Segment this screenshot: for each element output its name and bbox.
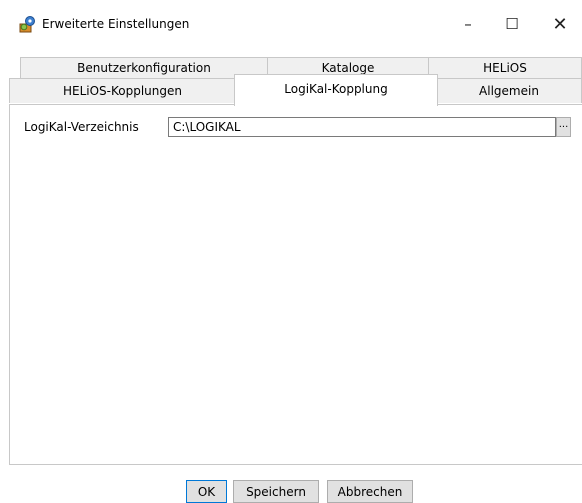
ok-button[interactable]: OK — [186, 480, 227, 503]
browse-button[interactable]: ... — [556, 117, 571, 137]
tab-helios[interactable]: HELiOS — [428, 57, 582, 78]
tab-label: Kataloge — [321, 61, 375, 75]
tab-logikal-kopplung[interactable]: LogiKal-Kopplung — [234, 74, 438, 106]
tab-benutzerkonfiguration[interactable]: Benutzerkonfiguration — [20, 57, 268, 78]
close-icon: ✕ — [552, 13, 568, 35]
tab-label: Benutzerkonfiguration — [77, 61, 211, 75]
minimize-icon: – — [464, 15, 472, 33]
close-button[interactable]: ✕ — [538, 8, 582, 40]
logikal-directory-input[interactable]: C:\LOGIKAL — [168, 117, 556, 137]
cancel-label: Abbrechen — [337, 484, 403, 499]
tab-label: HELiOS-Kopplungen — [62, 84, 182, 98]
tab-helios-kopplungen[interactable]: HELiOS-Kopplungen — [9, 78, 236, 103]
tab-label: Allgemein — [479, 84, 539, 98]
maximize-icon: ☐ — [505, 15, 519, 33]
tab-panel: LogiKal-Verzeichnis C:\LOGIKAL ... — [9, 104, 582, 465]
tab-label: HELiOS — [483, 61, 527, 75]
title-bar: Erweiterte Einstellungen – ☐ ✕ — [0, 0, 582, 52]
window-title: Erweiterte Einstellungen — [42, 17, 190, 31]
minimize-button[interactable]: – — [446, 8, 490, 40]
cancel-button[interactable]: Abbrechen — [327, 480, 413, 503]
tab-label: LogiKal-Kopplung — [284, 82, 388, 96]
settings-gears-icon — [19, 16, 35, 33]
logikal-directory-label: LogiKal-Verzeichnis — [24, 120, 139, 134]
save-label: Speichern — [246, 484, 306, 499]
ok-label: OK — [197, 484, 216, 499]
tab-allgemein[interactable]: Allgemein — [436, 78, 582, 103]
maximize-button[interactable]: ☐ — [490, 8, 534, 40]
save-button[interactable]: Speichern — [233, 480, 319, 503]
